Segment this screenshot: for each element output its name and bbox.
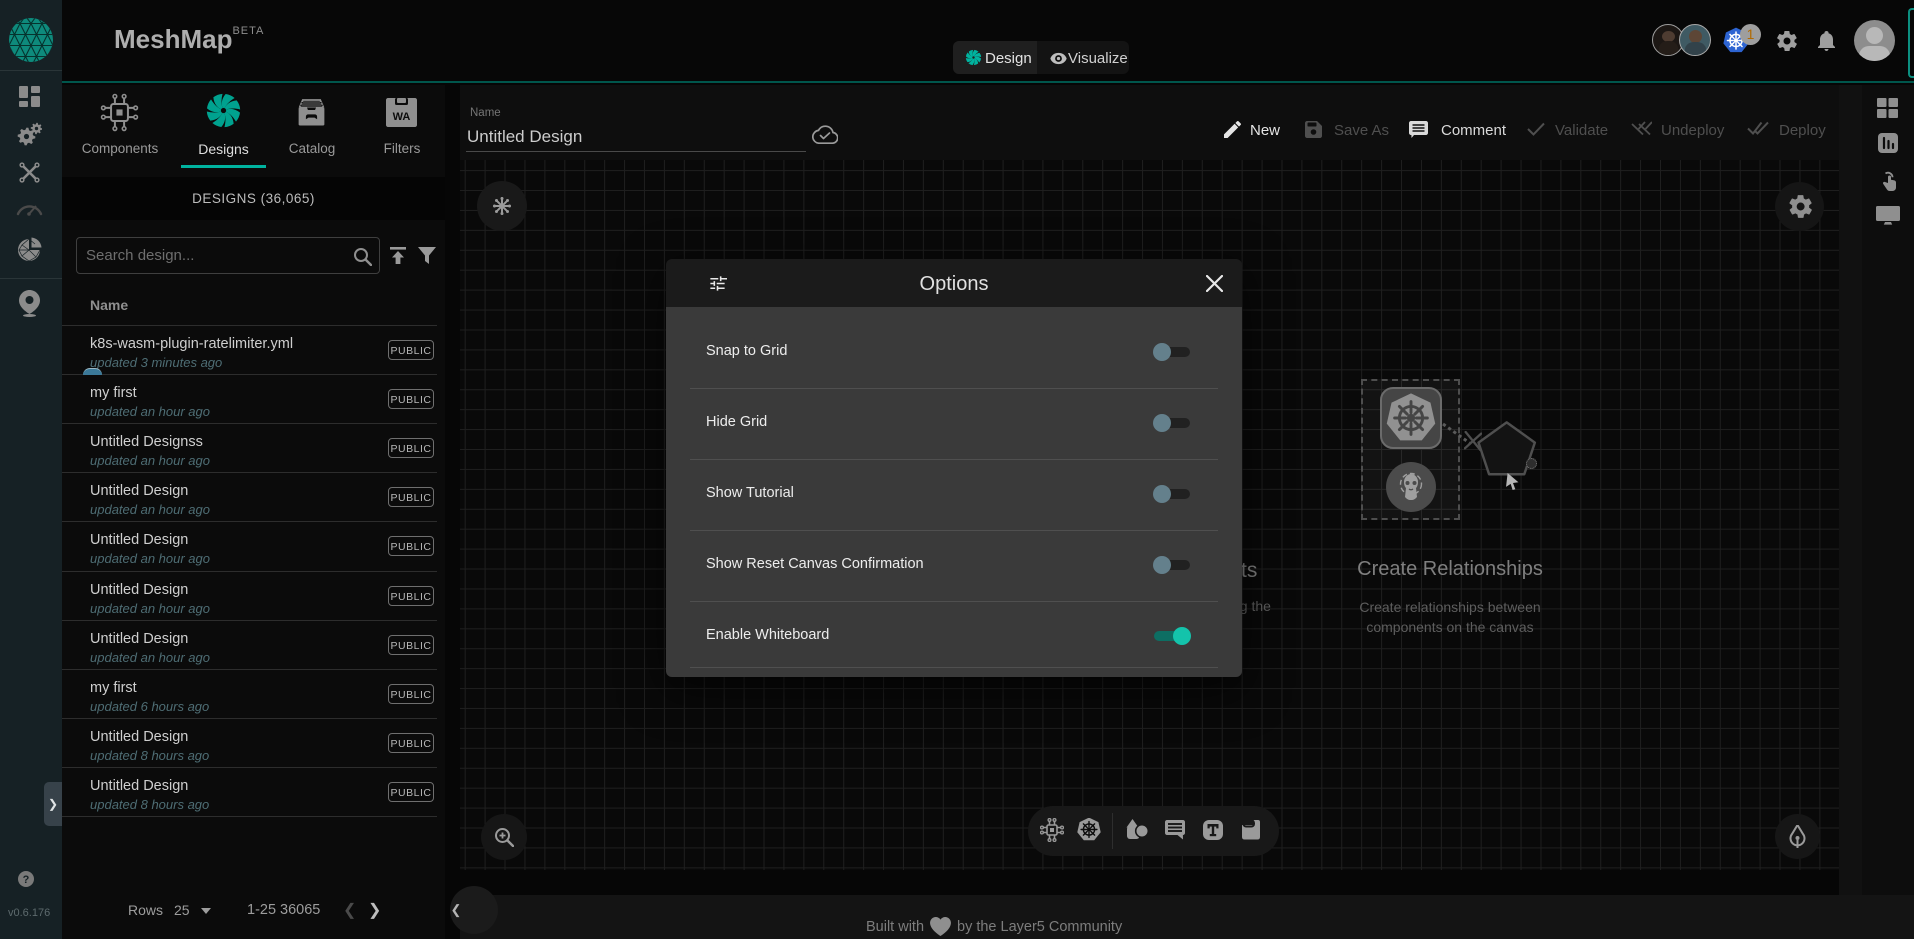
svg-text:WA: WA bbox=[393, 111, 411, 123]
svg-text:?: ? bbox=[23, 874, 30, 886]
